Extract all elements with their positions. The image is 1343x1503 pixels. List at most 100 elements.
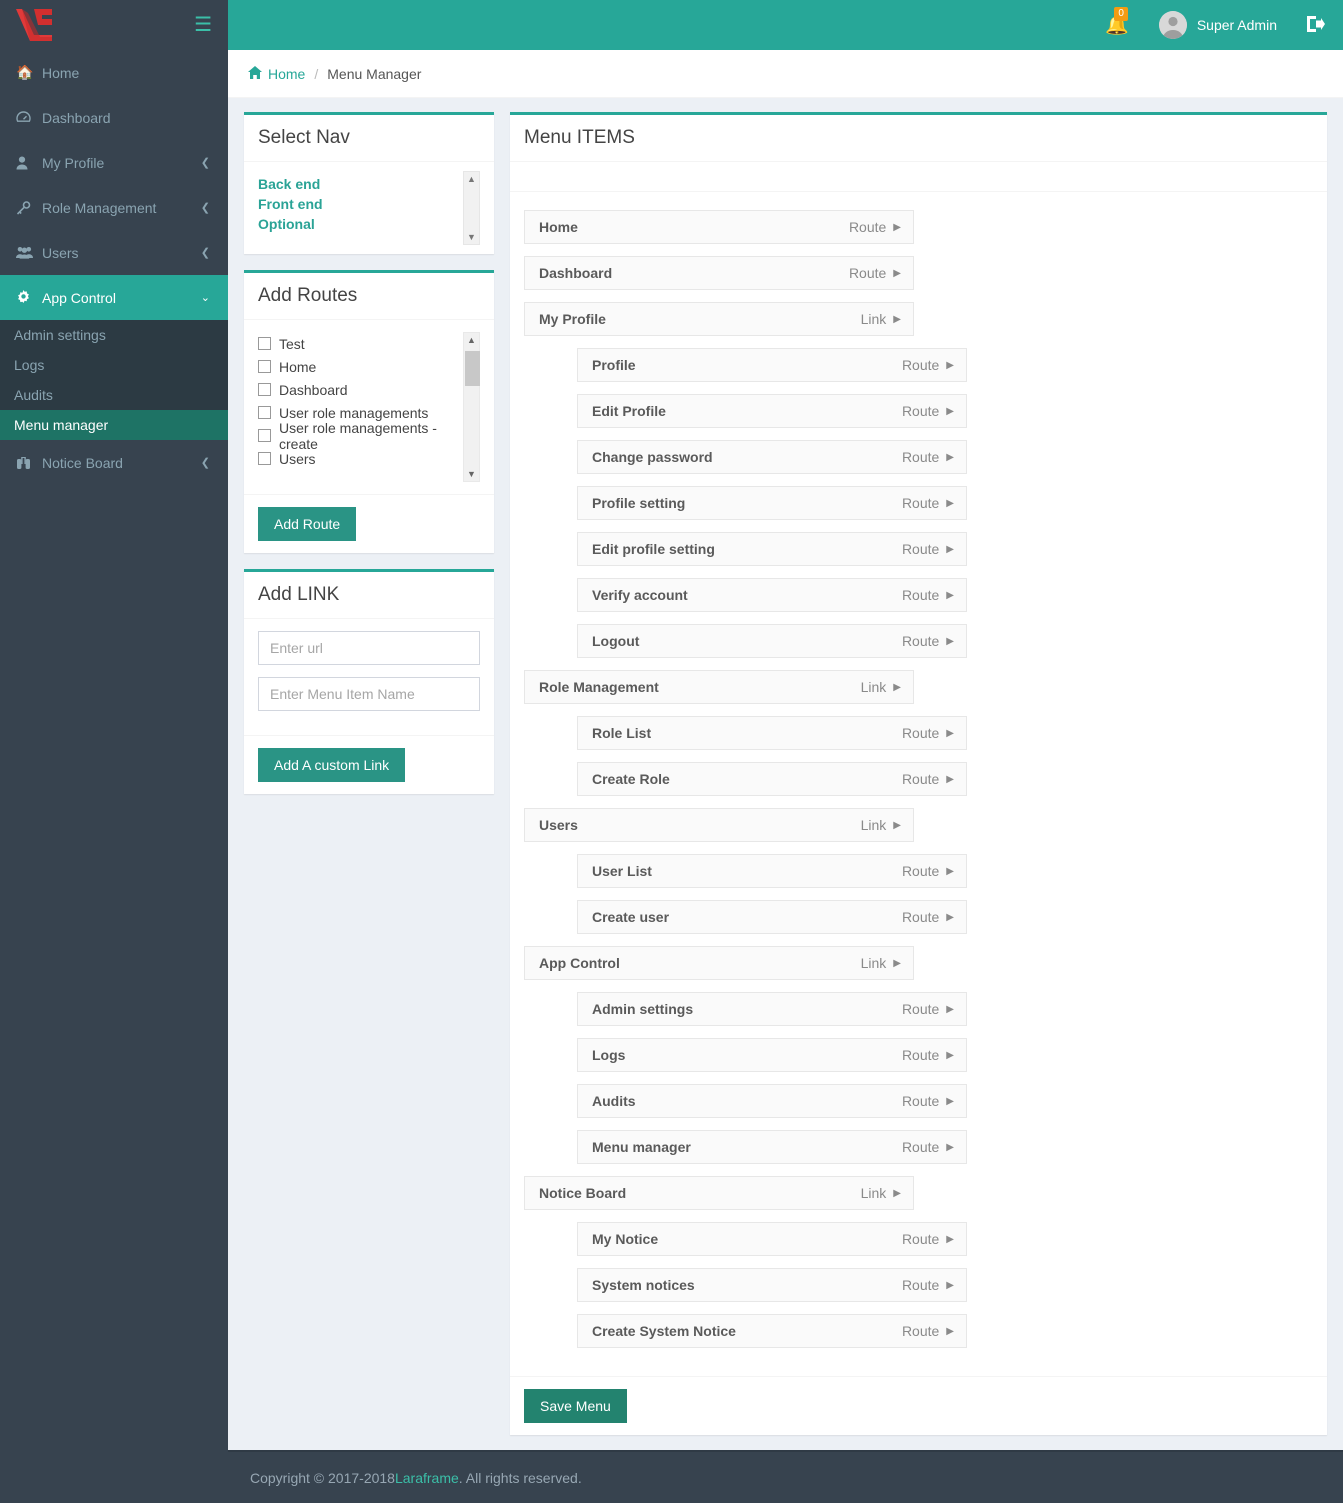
triangle-right-icon[interactable]: ▶ bbox=[946, 452, 954, 463]
triangle-right-icon[interactable]: ▶ bbox=[946, 590, 954, 601]
sidebar-item-app-control[interactable]: App Control ⌄ bbox=[0, 275, 228, 320]
hamburger-icon[interactable]: ☰ bbox=[194, 15, 212, 35]
nav-list-scrollbar[interactable]: ▲ ▼ bbox=[463, 171, 480, 245]
triangle-right-icon[interactable]: ▶ bbox=[893, 1188, 901, 1199]
sidebar-subitem-admin-settings[interactable]: Admin settings bbox=[0, 320, 228, 350]
route-checkbox-row[interactable]: Dashboard bbox=[258, 378, 456, 401]
checkbox[interactable] bbox=[258, 337, 271, 350]
menu-item-type[interactable]: Route ▶ bbox=[849, 219, 901, 235]
menu-item-type[interactable]: Route ▶ bbox=[902, 1093, 954, 1109]
nav-option-front-end[interactable]: Front end bbox=[258, 194, 454, 214]
triangle-right-icon[interactable]: ▶ bbox=[946, 1234, 954, 1245]
username-label[interactable]: Super Admin bbox=[1197, 17, 1277, 33]
menu-item-row[interactable]: Logout Route ▶ bbox=[577, 624, 967, 658]
menu-item-type[interactable]: Route ▶ bbox=[902, 495, 954, 511]
menu-item-type[interactable]: Route ▶ bbox=[902, 403, 954, 419]
routes-list-scrollbar[interactable]: ▲ ▼ bbox=[463, 332, 480, 482]
triangle-right-icon[interactable]: ▶ bbox=[946, 728, 954, 739]
triangle-right-icon[interactable]: ▶ bbox=[946, 498, 954, 509]
menu-item-row[interactable]: Notice Board Link ▶ bbox=[524, 1176, 914, 1210]
triangle-right-icon[interactable]: ▶ bbox=[893, 222, 901, 233]
chevron-down-icon[interactable]: ▼ bbox=[467, 232, 476, 242]
laravel-logo[interactable] bbox=[12, 5, 58, 45]
checkbox[interactable] bbox=[258, 406, 271, 419]
triangle-right-icon[interactable]: ▶ bbox=[946, 406, 954, 417]
triangle-right-icon[interactable]: ▶ bbox=[893, 268, 901, 279]
add-route-button[interactable]: Add Route bbox=[258, 507, 357, 541]
menu-item-row[interactable]: Verify account Route ▶ bbox=[577, 578, 967, 612]
sidebar-item-role-management[interactable]: Role Management ❮ bbox=[0, 185, 228, 230]
menu-item-type[interactable]: Route ▶ bbox=[902, 587, 954, 603]
nav-select-list[interactable]: Back end Front end Optional ▲ ▼ bbox=[258, 171, 480, 245]
triangle-right-icon[interactable]: ▶ bbox=[946, 360, 954, 371]
menu-item-type[interactable]: Route ▶ bbox=[902, 771, 954, 787]
nav-option-back-end[interactable]: Back end bbox=[258, 174, 454, 194]
menu-item-row[interactable]: System notices Route ▶ bbox=[577, 1268, 967, 1302]
menu-item-row[interactable]: Edit Profile Route ▶ bbox=[577, 394, 967, 428]
menu-item-type[interactable]: Route ▶ bbox=[902, 1231, 954, 1247]
menu-item-type[interactable]: Link ▶ bbox=[861, 955, 901, 971]
menu-item-type[interactable]: Route ▶ bbox=[902, 357, 954, 373]
menu-item-row[interactable]: Dashboard Route ▶ bbox=[524, 256, 914, 290]
chevron-up-icon[interactable]: ▲ bbox=[467, 174, 476, 184]
sidebar-subitem-logs[interactable]: Logs bbox=[0, 350, 228, 380]
triangle-right-icon[interactable]: ▶ bbox=[946, 636, 954, 647]
triangle-right-icon[interactable]: ▶ bbox=[946, 774, 954, 785]
menu-item-row[interactable]: Profile Route ▶ bbox=[577, 348, 967, 382]
breadcrumb-home-link[interactable]: Home bbox=[248, 65, 305, 82]
triangle-right-icon[interactable]: ▶ bbox=[946, 1142, 954, 1153]
scrollbar-thumb[interactable] bbox=[465, 351, 480, 386]
menu-item-row[interactable]: My Notice Route ▶ bbox=[577, 1222, 967, 1256]
checkbox[interactable] bbox=[258, 429, 271, 442]
menu-item-row[interactable]: Role Management Link ▶ bbox=[524, 670, 914, 704]
menu-item-row[interactable]: Logs Route ▶ bbox=[577, 1038, 967, 1072]
sidebar-subitem-audits[interactable]: Audits bbox=[0, 380, 228, 410]
notifications-button[interactable]: 🔔 0 bbox=[1105, 6, 1129, 35]
menu-item-type[interactable]: Route ▶ bbox=[902, 633, 954, 649]
triangle-right-icon[interactable]: ▶ bbox=[946, 866, 954, 877]
menu-item-type[interactable]: Route ▶ bbox=[902, 725, 954, 741]
route-checkbox-row[interactable]: Home bbox=[258, 355, 456, 378]
save-menu-button[interactable]: Save Menu bbox=[524, 1389, 627, 1423]
triangle-right-icon[interactable]: ▶ bbox=[946, 1280, 954, 1291]
sidebar-item-notice-board[interactable]: Notice Board ❮ bbox=[0, 440, 228, 485]
checkbox[interactable] bbox=[258, 452, 271, 465]
triangle-right-icon[interactable]: ▶ bbox=[893, 314, 901, 325]
triangle-right-icon[interactable]: ▶ bbox=[946, 1096, 954, 1107]
menu-item-row[interactable]: Edit profile setting Route ▶ bbox=[577, 532, 967, 566]
menu-item-row[interactable]: Role List Route ▶ bbox=[577, 716, 967, 750]
menu-item-type[interactable]: Link ▶ bbox=[861, 1185, 901, 1201]
logout-icon[interactable] bbox=[1307, 15, 1325, 35]
menu-item-row[interactable]: Profile setting Route ▶ bbox=[577, 486, 967, 520]
chevron-up-icon[interactable]: ▲ bbox=[467, 335, 476, 345]
menu-item-type[interactable]: Route ▶ bbox=[902, 541, 954, 557]
menu-item-type[interactable]: Route ▶ bbox=[849, 265, 901, 281]
menu-item-type[interactable]: Route ▶ bbox=[902, 863, 954, 879]
triangle-right-icon[interactable]: ▶ bbox=[946, 912, 954, 923]
sidebar-subitem-menu-manager[interactable]: Menu manager bbox=[0, 410, 228, 440]
menu-item-type[interactable]: Route ▶ bbox=[902, 1139, 954, 1155]
nav-option-optional[interactable]: Optional bbox=[258, 214, 454, 234]
menu-item-type[interactable]: Route ▶ bbox=[902, 1277, 954, 1293]
menu-item-row[interactable]: Audits Route ▶ bbox=[577, 1084, 967, 1118]
menu-item-type[interactable]: Link ▶ bbox=[861, 817, 901, 833]
sidebar-item-my-profile[interactable]: My Profile ❮ bbox=[0, 140, 228, 185]
menu-item-type[interactable]: Route ▶ bbox=[902, 909, 954, 925]
url-input[interactable] bbox=[258, 631, 480, 665]
menu-item-row[interactable]: User List Route ▶ bbox=[577, 854, 967, 888]
menu-item-row[interactable]: Users Link ▶ bbox=[524, 808, 914, 842]
menu-item-name-input[interactable] bbox=[258, 677, 480, 711]
sidebar-item-dashboard[interactable]: Dashboard bbox=[0, 95, 228, 140]
triangle-right-icon[interactable]: ▶ bbox=[946, 1326, 954, 1337]
triangle-right-icon[interactable]: ▶ bbox=[893, 820, 901, 831]
menu-item-type[interactable]: Link ▶ bbox=[861, 311, 901, 327]
route-checkbox-row[interactable]: User role managements - create bbox=[258, 420, 456, 452]
sidebar-item-home[interactable]: 🏠 Home bbox=[0, 50, 228, 95]
triangle-right-icon[interactable]: ▶ bbox=[893, 682, 901, 693]
sidebar-item-users[interactable]: Users ❮ bbox=[0, 230, 228, 275]
triangle-right-icon[interactable]: ▶ bbox=[946, 1004, 954, 1015]
checkbox[interactable] bbox=[258, 360, 271, 373]
menu-item-type[interactable]: Route ▶ bbox=[902, 1323, 954, 1339]
menu-item-type[interactable]: Route ▶ bbox=[902, 449, 954, 465]
menu-item-row[interactable]: Create Role Route ▶ bbox=[577, 762, 967, 796]
